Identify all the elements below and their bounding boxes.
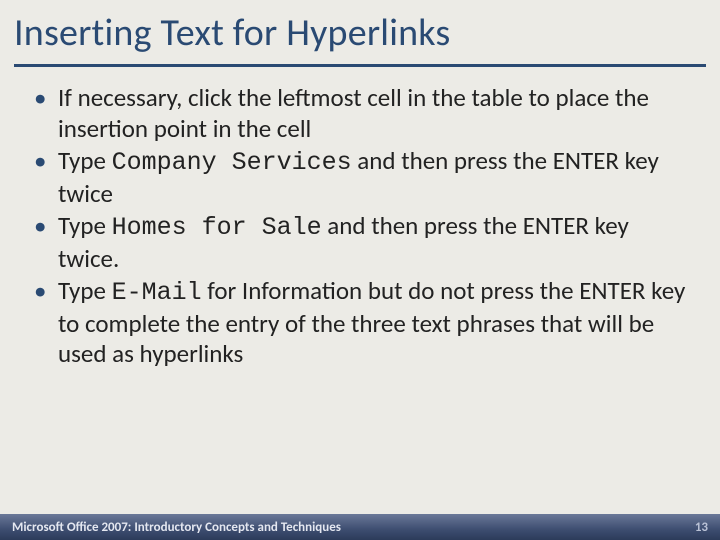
bullet-text: If necessary, click the leftmost cell in… [58, 82, 649, 144]
footer-text: Microsoft Office 2007: Introductory Conc… [12, 520, 341, 535]
bullet-text-pre: Type [58, 275, 112, 306]
title-underline [14, 64, 706, 67]
bullet-text-pre: Type [58, 210, 112, 241]
slide-title: Inserting Text for Hyperlinks [0, 0, 720, 62]
slide-body: If necessary, click the leftmost cell in… [0, 79, 720, 540]
bullet-item: Type Company Services and then press the… [34, 146, 686, 209]
bullet-code: Company Services [112, 148, 352, 177]
slide-footer: Microsoft Office 2007: Introductory Conc… [0, 514, 720, 540]
bullet-item: If necessary, click the leftmost cell in… [34, 83, 686, 144]
bullet-text-pre: Type [58, 145, 112, 176]
bullet-list: If necessary, click the leftmost cell in… [34, 83, 686, 370]
bullet-item: Type E-Mail for Information but do not p… [34, 276, 686, 370]
bullet-item: Type Homes for Sale and then press the E… [34, 211, 686, 274]
bullet-code: Homes for Sale [112, 213, 322, 242]
page-number: 13 [695, 520, 708, 535]
bullet-code: E-Mail [112, 278, 202, 307]
slide: Inserting Text for Hyperlinks If necessa… [0, 0, 720, 540]
